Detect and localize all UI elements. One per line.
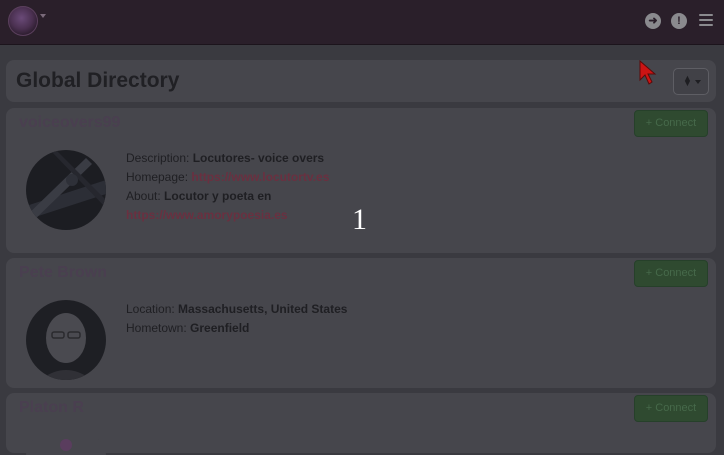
hometown-row: Hometown: Greenfield	[126, 321, 250, 335]
homepage-row: Homepage: https://www.locutortv.es	[126, 170, 330, 184]
connect-button[interactable]: + Connect	[634, 110, 708, 137]
profile-card: Pete Brown + Connect Location: Massachus…	[6, 258, 716, 388]
page-title: Global Directory	[16, 69, 180, 92]
connect-button[interactable]: + Connect	[634, 260, 708, 287]
profile-card: Platon R + Connect	[6, 393, 716, 455]
sort-icon: ▲ ▼	[683, 73, 692, 88]
description-row: Description: Locutores- voice overs	[126, 151, 325, 165]
profile-name[interactable]: Platon R	[19, 399, 84, 417]
avatar[interactable]	[26, 300, 106, 380]
page-number-label: 1	[352, 203, 367, 236]
main-content: Global Directory ▲ ▼ voiceovers99 + Conne…	[6, 60, 716, 455]
menu-icon[interactable]	[699, 14, 713, 27]
profile-details: Location: Massachusetts, United States H…	[126, 300, 347, 338]
directory-header: Global Directory ▲ ▼	[6, 60, 716, 102]
profile-name[interactable]: Pete Brown	[19, 264, 107, 282]
mouse-cursor-icon	[639, 60, 657, 85]
location-row: Location: Massachusetts, United States	[126, 302, 348, 316]
about-link-row: https://www.amorypoesia.es	[126, 206, 329, 225]
about-row: About: Locutor y poeta en	[126, 189, 272, 203]
avatar[interactable]	[26, 435, 106, 455]
chevron-down-icon[interactable]	[40, 14, 46, 18]
homepage-link[interactable]: https://www.locutortv.es	[191, 170, 329, 184]
sort-button[interactable]: ▲ ▼	[673, 68, 709, 95]
site-logo[interactable]	[8, 6, 38, 36]
alert-icon[interactable]: !	[671, 13, 687, 29]
avatar[interactable]	[26, 150, 106, 230]
about-link[interactable]: https://www.amorypoesia.es	[126, 208, 288, 222]
profile-details: Description: Locutores- voice overs Home…	[126, 149, 329, 225]
profile-name[interactable]: voiceovers99	[19, 114, 120, 132]
top-navbar: ➜ !	[0, 0, 724, 45]
login-arrow-icon[interactable]: ➜	[645, 13, 661, 29]
chevron-down-icon	[695, 80, 701, 84]
connect-button[interactable]: + Connect	[634, 395, 708, 422]
